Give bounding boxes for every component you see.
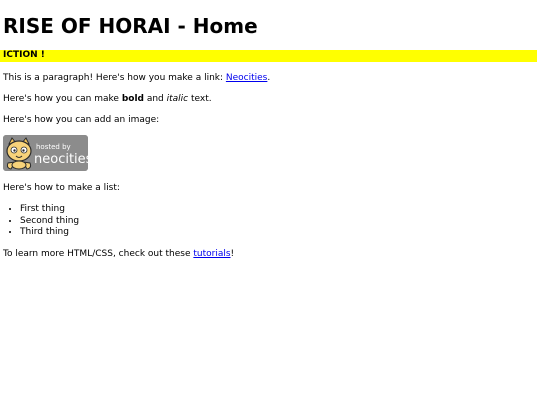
neocities-cat-icon: hosted by neocities xyxy=(3,135,88,171)
intro-text: This is a paragraph! Here's how you make… xyxy=(3,73,226,83)
image-paragraph: Here's how you can add an image: xyxy=(3,115,160,125)
formatting-text: Here's how you can make xyxy=(3,94,122,104)
bold-text: bold xyxy=(121,94,144,104)
list-item: Third thing xyxy=(20,227,79,239)
marquee-text: ICTION ! xyxy=(3,50,45,60)
intro-paragraph: This is a paragraph! Here's how you make… xyxy=(3,72,270,84)
list-paragraph: Here's how to make a list: xyxy=(3,183,120,193)
footer-text: To learn more HTML/CSS, check out these xyxy=(3,249,194,259)
page-title: RISE OF HORAI - Home xyxy=(3,14,258,38)
intro-text-end: . xyxy=(267,73,271,83)
formatting-text-end: text. xyxy=(188,94,212,104)
italic-text: italic xyxy=(166,94,189,104)
neocities-link[interactable]: Neocities xyxy=(226,73,267,83)
marquee-banner: ICTION ! xyxy=(0,50,537,62)
formatting-paragraph: Here's how you can make bold and italic … xyxy=(3,93,212,105)
badge-neocities-text: neocities xyxy=(34,152,88,167)
footer-text-end: ! xyxy=(230,249,235,259)
list-item: First thing xyxy=(20,204,79,216)
example-list: First thingSecond thingThird thing xyxy=(3,204,79,239)
formatting-text-middle: and xyxy=(143,94,167,104)
footer-paragraph: To learn more HTML/CSS, check out these … xyxy=(3,248,234,260)
badge-hosted-by-text: hosted by xyxy=(36,143,71,151)
list-item: Second thing xyxy=(20,216,79,228)
hosted-by-neocities-badge[interactable]: hosted by neocities xyxy=(3,135,88,171)
page: RISE OF HORAI - Home ICTION ! This is a … xyxy=(0,0,540,405)
tutorials-link[interactable]: tutorials xyxy=(193,249,230,259)
